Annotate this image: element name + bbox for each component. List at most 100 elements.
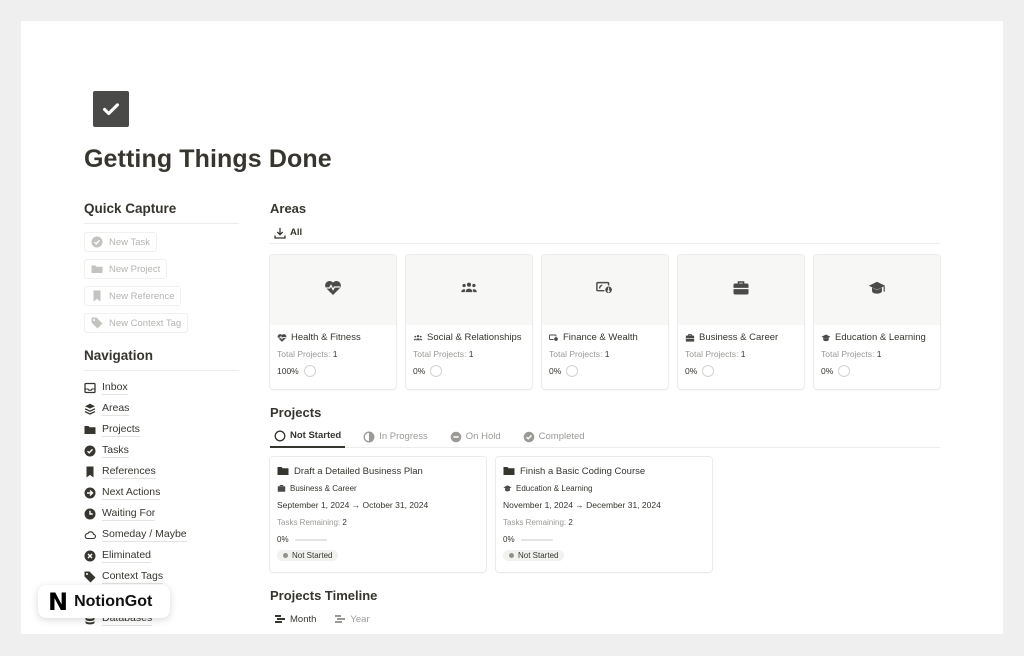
tasks-remaining-value: 2 [342,518,347,527]
progress-ring [303,365,316,377]
project-title: Finish a Basic Coding Course [520,465,646,477]
progress-ring [430,365,443,377]
nav-label: References [102,464,156,479]
download-icon [274,227,286,239]
project-area-link[interactable]: Education & Learning [503,484,705,493]
status-label: Not Started [292,551,333,560]
new-task-label: New Task [109,236,151,248]
progress-ring [838,365,851,377]
areas-heading: Areas [270,201,307,216]
left-column: Quick Capture New Task New Project New R… [84,201,239,629]
page-title: Getting Things Done [84,145,332,173]
nav-item-inbox[interactable]: Inbox [84,377,239,398]
layers-icon [84,403,96,415]
timeline-icon [334,613,346,625]
nav-label: Tasks [102,443,129,458]
tab-label: On Hold [465,431,501,442]
project-title: Draft a Detailed Business Plan [294,465,423,477]
nav-label: Areas [102,401,130,416]
total-projects-value: 1 [604,349,610,359]
area-progress: 100% [277,366,299,376]
inbox-icon [84,382,96,394]
area-card[interactable]: Business & Career Total Projects: 1 0% [678,255,804,389]
tab-completed[interactable]: Completed [519,426,589,448]
empty-circle-icon [274,430,286,442]
tab-label: Month [290,613,317,625]
total-projects-value: 1 [468,349,474,359]
half-circle-icon [363,431,375,443]
nav-label: Someday / Maybe [102,527,187,542]
new-context-tag-button[interactable]: New Context Tag [84,313,189,333]
nav-item-context-tags[interactable]: Context Tags [84,566,239,587]
graduation-cap-icon [868,279,886,302]
area-cover [542,255,668,325]
nav-item-next-actions[interactable]: Next Actions [84,482,239,503]
heart-pulse-icon [277,333,287,343]
area-name: Health & Fitness [291,332,361,343]
project-progress: 0% [277,535,289,544]
tab-label: Completed [538,431,585,442]
navigation-heading: Navigation [84,348,239,371]
money-icon [596,279,614,302]
clock-icon [84,508,96,520]
project-area: Education & Learning [516,484,593,493]
check-circle-icon [84,445,96,457]
new-context-tag-label: New Context Tag [109,317,182,329]
area-card[interactable]: Social & Relationships Total Projects: 1… [406,255,532,389]
checkbox-icon[interactable] [93,91,129,127]
total-projects-label: Total Projects: [685,349,739,359]
nav-item-projects[interactable]: Projects [84,419,239,440]
nav-label: Eliminated [102,548,152,563]
arrow-circle-icon [84,487,96,499]
new-project-button[interactable]: New Project [84,259,168,279]
nav-item-eliminated[interactable]: Eliminated [84,545,239,566]
project-dates: November 1, 2024 → December 31, 2024 [503,500,661,510]
nav-item-waiting-for[interactable]: Waiting For [84,503,239,524]
tasks-remaining-label: Tasks Remaining: [277,518,341,527]
notiongot-logo-icon: N [48,587,69,616]
status-label: Not Started [518,551,559,560]
tab-year[interactable]: Year [330,613,373,625]
nav-item-references[interactable]: References [84,461,239,482]
quick-capture-heading: Quick Capture [84,201,239,224]
tab-in-progress[interactable]: In Progress [359,426,432,448]
project-dates: September 1, 2024 → October 31, 2024 [277,500,429,510]
notiongot-label: NotionGot [74,592,153,610]
x-circle-icon [84,550,96,562]
project-card[interactable]: Draft a Detailed Business Plan Business … [270,457,486,572]
heart-pulse-icon [324,279,342,302]
project-card[interactable]: Finish a Basic Coding Course Education &… [496,457,712,572]
area-card[interactable]: Health & Fitness Total Projects: 1 100% [270,255,396,389]
check-circle-icon [91,236,103,248]
page: Getting Things Done Quick Capture New Ta… [21,21,1003,634]
area-card[interactable]: Finance & Wealth Total Projects: 1 0% [542,255,668,389]
new-project-label: New Project [109,263,161,275]
timeline-heading: Projects Timeline [270,588,378,603]
area-progress: 0% [413,366,426,376]
timeline-icon [274,613,286,625]
nav-item-someday-maybe[interactable]: Someday / Maybe [84,524,239,545]
notiongot-badge[interactable]: N NotionGot [38,585,170,618]
areas-view-bar: All [270,222,940,244]
total-projects-value: 1 [332,349,338,359]
tab-not-started[interactable]: Not Started [270,426,346,448]
nav-label: Next Actions [102,485,161,500]
nav-item-areas[interactable]: Areas [84,398,239,419]
cloud-icon [84,529,96,541]
areas-view-all-tab[interactable]: All [270,222,306,244]
area-cover [678,255,804,325]
minus-circle-icon [450,431,462,443]
project-area-link[interactable]: Business & Career [277,484,479,493]
new-task-button[interactable]: New Task [84,232,158,252]
area-name: Social & Relationships [427,332,522,343]
tab-on-hold[interactable]: On Hold [446,426,505,448]
tab-month[interactable]: Month [270,613,320,625]
area-cover [270,255,396,325]
briefcase-icon [277,484,286,493]
new-reference-button[interactable]: New Reference [84,286,182,306]
area-progress: 0% [821,366,834,376]
area-card[interactable]: Education & Learning Total Projects: 1 0… [814,255,940,389]
nav-item-tasks[interactable]: Tasks [84,440,239,461]
status-badge: Not Started [277,550,339,561]
folder-icon [91,263,103,275]
